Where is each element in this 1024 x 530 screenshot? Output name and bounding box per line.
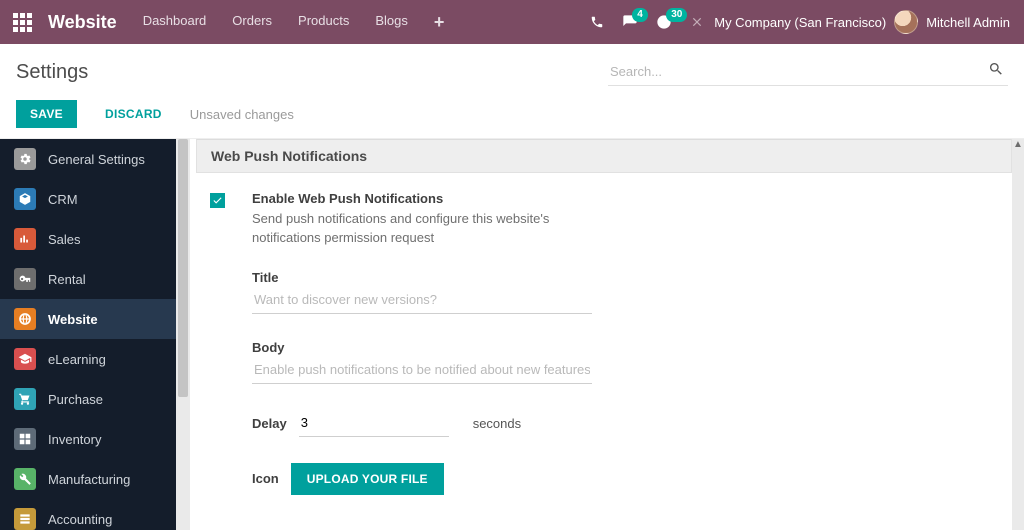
systray: 4 30 [590, 14, 704, 30]
icon-label: Icon [252, 471, 279, 486]
topbar: Website Dashboard Orders Products Blogs … [0, 0, 1024, 44]
sidebar-item-label: Rental [48, 272, 86, 287]
search-icon[interactable] [988, 61, 1004, 80]
apps-menu-button[interactable] [0, 0, 44, 44]
sidebar-item-elearning[interactable]: eLearning [0, 339, 176, 379]
graduation-cap-icon [14, 348, 36, 370]
nav-orders[interactable]: Orders [232, 13, 272, 31]
content-scrollbar[interactable]: ▲ [1012, 139, 1024, 530]
settings-content: Web Push Notifications Enable Web Push N… [190, 139, 1024, 530]
sidebar-item-label: eLearning [48, 352, 106, 367]
cart-icon [14, 388, 36, 410]
delay-suffix: seconds [473, 416, 521, 431]
sidebar-item-label: Inventory [48, 432, 101, 447]
messages-icon[interactable]: 4 [622, 14, 638, 30]
globe-icon [14, 308, 36, 330]
nav-products[interactable]: Products [298, 13, 349, 31]
search-input[interactable] [608, 58, 1008, 86]
search-box [608, 58, 1008, 86]
sidebar-item-inventory[interactable]: Inventory [0, 419, 176, 459]
nav-blogs[interactable]: Blogs [375, 13, 408, 31]
debug-icon[interactable] [690, 15, 704, 29]
boxes-icon [14, 428, 36, 450]
option-description: Send push notifications and configure th… [252, 210, 592, 248]
panel-header: Web Push Notifications [196, 139, 1012, 173]
enable-push-checkbox[interactable] [210, 193, 225, 208]
ledger-icon [14, 508, 36, 530]
gear-icon [14, 148, 36, 170]
avatar [894, 10, 918, 34]
page-title: Settings [16, 61, 88, 84]
check-icon [212, 195, 223, 206]
sidebar-item-accounting[interactable]: Accounting [0, 499, 176, 530]
sidebar-item-label: Purchase [48, 392, 103, 407]
delay-label: Delay [252, 416, 287, 431]
main-area: General Settings CRM Sales Rental Websit… [0, 139, 1024, 530]
sidebar-item-manufacturing[interactable]: Manufacturing [0, 459, 176, 499]
sidebar-item-website[interactable]: Website [0, 299, 176, 339]
sidebar-item-label: Website [48, 312, 98, 327]
sidebar-wrap: General Settings CRM Sales Rental Websit… [0, 139, 190, 530]
control-panel: Settings SAVE DISCARD Unsaved changes [0, 44, 1024, 139]
apps-grid-icon [13, 13, 32, 32]
company-switcher[interactable]: My Company (San Francisco) [714, 15, 886, 30]
sidebar-item-label: Manufacturing [48, 472, 130, 487]
wrench-icon [14, 468, 36, 490]
save-button[interactable]: SAVE [16, 100, 77, 128]
user-name: Mitchell Admin [926, 15, 1010, 30]
activities-icon[interactable]: 30 [656, 14, 672, 30]
sidebar-scrollbar[interactable] [176, 139, 190, 530]
sidebar-scrollbar-thumb[interactable] [178, 139, 188, 397]
push-delay-input[interactable] [299, 410, 449, 437]
option-title: Enable Web Push Notifications [252, 191, 632, 206]
activities-badge: 30 [666, 8, 687, 22]
upload-icon-button[interactable]: UPLOAD YOUR FILE [291, 463, 444, 495]
user-menu[interactable]: Mitchell Admin [894, 10, 1010, 34]
scroll-up-arrow-icon[interactable]: ▲ [1012, 139, 1024, 150]
discard-button[interactable]: DISCARD [91, 100, 176, 128]
messages-badge: 4 [632, 8, 648, 22]
sidebar-item-general[interactable]: General Settings [0, 139, 176, 179]
nav-new-content-button[interactable]: + [434, 13, 445, 31]
settings-sidebar: General Settings CRM Sales Rental Websit… [0, 139, 176, 530]
bar-chart-icon [14, 228, 36, 250]
title-label: Title [252, 270, 632, 285]
sidebar-item-rental[interactable]: Rental [0, 259, 176, 299]
push-title-input[interactable] [252, 287, 592, 314]
key-icon [14, 268, 36, 290]
body-label: Body [252, 340, 632, 355]
web-push-panel: Web Push Notifications Enable Web Push N… [196, 139, 1012, 501]
unsaved-status: Unsaved changes [190, 107, 294, 122]
sidebar-item-label: Accounting [48, 512, 112, 527]
handshake-icon [14, 188, 36, 210]
sidebar-item-crm[interactable]: CRM [0, 179, 176, 219]
app-brand[interactable]: Website [48, 12, 117, 33]
sidebar-item-label: CRM [48, 192, 78, 207]
sidebar-item-sales[interactable]: Sales [0, 219, 176, 259]
top-nav: Dashboard Orders Products Blogs + [143, 13, 445, 31]
nav-dashboard[interactable]: Dashboard [143, 13, 207, 31]
sidebar-item-label: Sales [48, 232, 81, 247]
sidebar-item-label: General Settings [48, 152, 145, 167]
sidebar-item-purchase[interactable]: Purchase [0, 379, 176, 419]
phone-icon[interactable] [590, 15, 604, 29]
push-body-input[interactable] [252, 357, 592, 384]
